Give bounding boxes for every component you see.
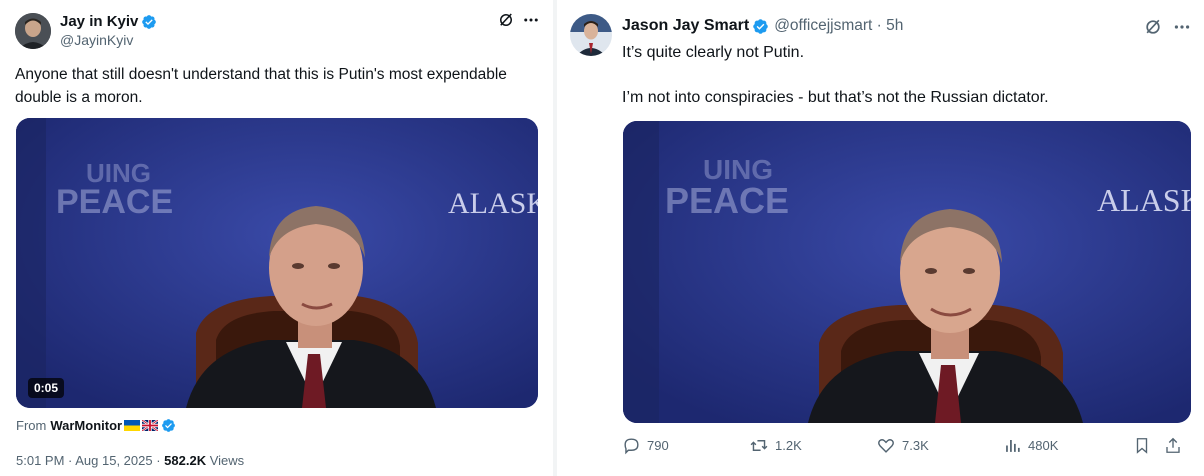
author-name-text[interactable]: Jay in Kyiv	[60, 13, 138, 30]
from-label: From	[16, 418, 47, 433]
backdrop-text-alaska: ALASKA	[1097, 182, 1191, 218]
video-player[interactable]: UING PEACE ALASKA NG 0:05	[16, 118, 538, 408]
backdrop-text-alaska: ALASKA	[448, 187, 538, 220]
left-tweet: Jay in Kyiv @JayinKyiv Anyone that still…	[0, 0, 552, 476]
repost-button[interactable]: 1.2K	[749, 436, 802, 455]
timestamp[interactable]: 5:01 PM · Aug 15, 2025 ·	[16, 453, 161, 468]
video-duration: 0:05	[28, 378, 65, 398]
author-name[interactable]: Jay in Kyiv	[60, 13, 157, 30]
author-handle[interactable]: @JayinKyiv	[60, 32, 133, 48]
video-frame: UING PEACE ALASKA NG	[623, 121, 1191, 423]
verified-badge-icon	[142, 14, 157, 29]
like-icon	[878, 439, 894, 453]
author-name-text[interactable]: Jason Jay Smart	[622, 17, 749, 35]
tweet-text-line-2: I’m not into conspiracies - but that’s n…	[622, 89, 1049, 106]
backdrop-text-peace: PEACE	[56, 183, 173, 221]
views-label: Views	[209, 453, 245, 468]
tweet-meta: 5:01 PM · Aug 15, 2025 · 582.2K Views	[16, 453, 244, 468]
share-icon[interactable]	[1164, 436, 1182, 455]
verified-badge-icon	[753, 18, 768, 34]
like-button[interactable]: 7.3K	[876, 436, 929, 455]
avatar-image	[570, 14, 612, 56]
backdrop-text-peace: PEACE	[665, 180, 789, 221]
avatar-image	[15, 13, 51, 49]
author-handle[interactable]: @officejjsmart · 5h	[774, 17, 903, 35]
video-frame: UING PEACE ALASKA NG	[16, 118, 538, 408]
grok-icon[interactable]	[497, 11, 515, 29]
views-button[interactable]: 480K	[1003, 436, 1058, 455]
verified-badge-icon	[162, 419, 175, 432]
uk-flag-icon	[142, 420, 159, 431]
tweet-text: Anyone that still doesn't understand tha…	[15, 66, 507, 106]
more-icon[interactable]	[522, 12, 540, 28]
views-count: 480K	[1028, 438, 1059, 453]
grok-icon[interactable]	[1143, 17, 1163, 37]
from-account-link[interactable]: WarMonitor	[50, 418, 122, 433]
tweet-actions: 790 1.2K 7.3K 480K	[622, 436, 1182, 460]
author-avatar[interactable]	[570, 14, 612, 56]
reply-button[interactable]: 790	[622, 436, 669, 455]
ukraine-flag-icon	[124, 420, 141, 431]
author-name[interactable]: Jason Jay Smart @officejjsmart · 5h	[622, 17, 903, 35]
bookmark-icon[interactable]	[1133, 436, 1151, 455]
like-count: 7.3K	[902, 438, 929, 453]
author-avatar[interactable]	[15, 13, 51, 49]
video-player[interactable]: UING PEACE ALASKA NG	[623, 121, 1191, 423]
from-attribution: From WarMonitor	[16, 418, 176, 433]
panel-divider	[553, 0, 557, 476]
right-tweet: Jason Jay Smart @officejjsmart · 5h It’s…	[558, 0, 1204, 476]
tweet-text-line-1: It’s quite clearly not Putin.	[622, 44, 805, 61]
more-icon[interactable]	[1172, 19, 1192, 35]
reply-icon	[624, 438, 639, 455]
repost-icon	[750, 440, 768, 451]
views-icon	[1006, 439, 1020, 452]
repost-count: 1.2K	[775, 438, 802, 453]
views-count: 582.2K	[164, 453, 207, 468]
reply-count: 790	[647, 438, 669, 453]
